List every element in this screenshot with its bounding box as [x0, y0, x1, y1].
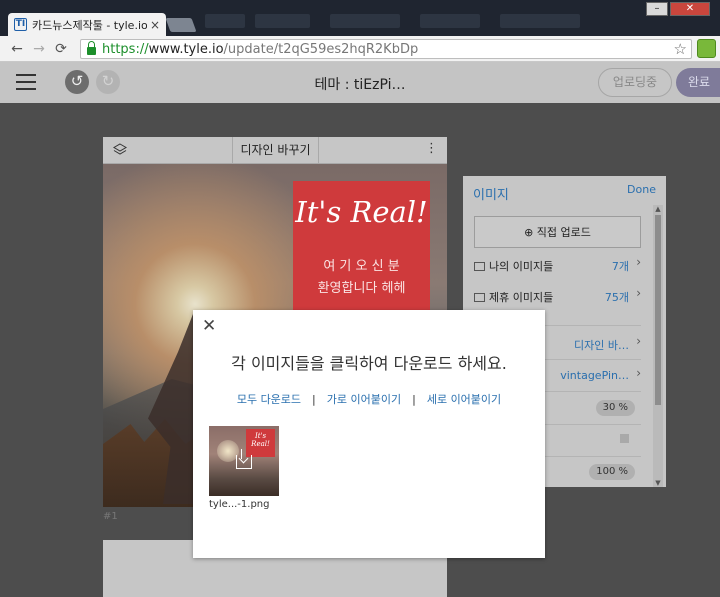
uploading-button[interactable]: 업로딩중: [598, 68, 672, 97]
chevron-right-icon: ›: [636, 255, 641, 269]
horizontal-join-link[interactable]: 가로 이어붙이기: [327, 393, 401, 406]
browser-tab[interactable]: TI 카드뉴스제작툴 - tyle.io ×: [8, 13, 166, 36]
my-images-label: 나의 이미지들: [489, 260, 554, 273]
separator: |: [312, 393, 316, 406]
chevron-right-icon: ›: [636, 334, 641, 348]
size-value[interactable]: 100 %: [589, 464, 635, 480]
panel-title: 이미지: [473, 188, 509, 203]
filter-value: vintagePin…: [560, 369, 629, 382]
download-icon[interactable]: [236, 449, 252, 469]
complete-button[interactable]: 완료: [676, 68, 720, 97]
partner-images-row[interactable]: 제휴 이미지들 75개 ›: [474, 283, 641, 311]
tyle-favicon-icon: TI: [14, 18, 27, 31]
window-close-icon[interactable]: ✕: [670, 2, 710, 16]
card-toolbar: 디자인 바꾸기 ⋮: [103, 137, 447, 164]
chevron-right-icon: ›: [636, 366, 641, 380]
my-images-row[interactable]: 나의 이미지들 7개 ›: [474, 252, 641, 280]
taskbar-blur: [330, 14, 400, 28]
file-name: tyle...-1.png: [209, 499, 270, 510]
lock-icon: [87, 41, 96, 55]
forward-icon[interactable]: →: [28, 41, 50, 57]
image-icon: [474, 262, 485, 271]
chevron-right-icon: ›: [636, 286, 641, 300]
card-number: #1: [103, 511, 118, 522]
vertical-join-link[interactable]: 세로 이어붙이기: [427, 393, 501, 406]
browser-toolbar: ← → ⟳ https://www.tyle.io/update/t2qG59e…: [0, 36, 720, 62]
download-all-link[interactable]: 모두 다운로드: [237, 393, 301, 406]
taskbar-blur: [500, 14, 580, 28]
redo-icon[interactable]: ↻: [96, 70, 120, 94]
download-modal: ✕ 각 이미지들을 클릭하여 다운로드 하세요. 모두 다운로드 | 가로 이어붙이…: [193, 310, 545, 558]
scroll-thumb[interactable]: [655, 215, 661, 405]
scroll-down-icon[interactable]: ▼: [653, 479, 663, 487]
opacity-value[interactable]: 30 %: [595, 400, 635, 416]
tab-title: 카드뉴스제작툴 - tyle.io: [32, 18, 147, 32]
separator: |: [412, 393, 416, 406]
checkbox[interactable]: [620, 434, 629, 443]
thumbnail-text-box: It's Real!: [246, 429, 275, 457]
undo-icon[interactable]: ↺: [65, 70, 89, 94]
my-images-count: 7개: [611, 260, 629, 273]
app-header: ↺ ↻ 테마 : tiEzPi… 업로딩중 완료: [0, 62, 720, 103]
close-icon[interactable]: ✕: [202, 318, 216, 335]
card-text-line2: 환영합니다 헤헤: [317, 281, 406, 296]
gallery-icon: [474, 293, 485, 302]
more-options-icon[interactable]: ⋮: [425, 141, 438, 156]
theme-title: 테마 : tiEzPi…: [314, 77, 406, 93]
back-icon[interactable]: ←: [6, 41, 28, 57]
scroll-up-icon[interactable]: ▲: [653, 205, 663, 213]
card-text-box[interactable]: It's Real! 여 기 오 신 분 환영합니다 헤헤: [293, 181, 430, 311]
hamburger-menu-icon[interactable]: [16, 74, 36, 95]
panel-scrollbar[interactable]: ▲ ▼: [653, 205, 663, 487]
partner-images-count: 75개: [604, 291, 629, 304]
panel-done-link[interactable]: Done: [627, 183, 656, 196]
browser-titlebar: TI 카드뉴스제작툴 - tyle.io × – ✕: [0, 0, 720, 36]
taskbar-blur: [420, 14, 480, 28]
image-thumbnail[interactable]: It's Real!: [209, 426, 279, 496]
download-links: 모두 다운로드 | 가로 이어붙이기 | 세로 이어붙이기: [193, 391, 545, 407]
extension-icon[interactable]: [697, 39, 716, 58]
tab-close-icon[interactable]: ×: [150, 18, 160, 32]
taskbar-blur: [255, 14, 310, 28]
modal-heading: 각 이미지들을 클릭하여 다운로드 하세요.: [231, 354, 507, 373]
window-controls: – ✕: [646, 2, 710, 16]
reload-icon[interactable]: ⟳: [50, 41, 72, 57]
url-text: https://www.tyle.io/update/t2qG59es2hqR2…: [102, 41, 419, 57]
taskbar-blur: [205, 14, 245, 28]
minimize-icon[interactable]: –: [646, 2, 668, 16]
new-tab-button[interactable]: [165, 18, 197, 32]
thumbnail-headline: It's Real!: [251, 432, 270, 448]
change-design-button[interactable]: 디자인 바꾸기: [232, 137, 319, 164]
card-headline: It's Real!: [295, 195, 428, 229]
design-value: 디자인 바…: [574, 339, 629, 352]
layers-icon[interactable]: [113, 143, 127, 157]
bookmark-star-icon[interactable]: ☆: [674, 40, 687, 58]
card-text-line1: 여 기 오 신 분: [323, 259, 400, 274]
direct-upload-button[interactable]: ⊕ 직접 업로드: [474, 216, 641, 248]
address-bar[interactable]: https://www.tyle.io/update/t2qG59es2hqR2…: [80, 39, 692, 59]
partner-images-label: 제휴 이미지들: [489, 291, 554, 304]
